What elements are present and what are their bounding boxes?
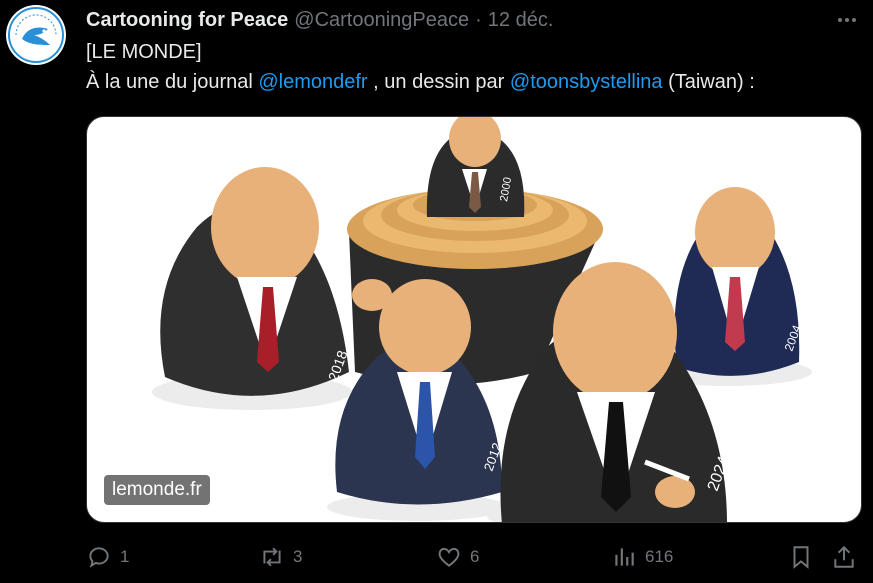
like-count: 6 (470, 547, 480, 566)
text-segment: (Taiwan) : (662, 71, 755, 93)
more-icon (838, 18, 856, 22)
tweet-image[interactable]: 2000 2018 2004 2012 2024 (86, 116, 862, 523)
cartooning-for-peace-logo-icon (8, 7, 64, 63)
tweet-text: [LE MONDE] À la une du journal @lemondef… (86, 37, 755, 97)
share-button[interactable] (831, 540, 865, 574)
views-icon (615, 548, 634, 566)
reply-count: 1 (120, 547, 130, 566)
separator-dot: · (475, 8, 482, 31)
tweet-line-2: À la une du journal @lemondefr , un dess… (86, 67, 755, 97)
reply-icon (89, 547, 109, 568)
author-handle[interactable]: @CartooningPeace (294, 9, 469, 32)
share-icon (834, 545, 854, 568)
like-button[interactable]: 6 (436, 540, 479, 574)
repost-count: 3 (293, 547, 303, 566)
tweet-line-1: [LE MONDE] (86, 41, 202, 63)
mention-lemondefr[interactable]: @lemondefr (258, 71, 367, 93)
reply-button[interactable]: 1 (86, 540, 129, 574)
bookmark-button[interactable] (788, 540, 822, 574)
cartoon-illustration: 2000 2018 2004 2012 2024 (152, 117, 812, 522)
tweet-header: Cartooning for Peace @CartooningPeace · … (86, 6, 853, 34)
more-options-button[interactable] (835, 8, 859, 32)
bookmark-icon (793, 546, 809, 569)
mention-toonsbystellina[interactable]: @toonsbystellina (510, 71, 663, 93)
author-name[interactable]: Cartooning for Peace (86, 9, 288, 32)
image-credit: lemonde.fr (104, 475, 210, 505)
heart-icon (438, 547, 460, 567)
views-button[interactable]: 616 (611, 540, 673, 574)
tweet-actions: 1 3 6 616 (86, 540, 859, 574)
tweet-date[interactable]: 12 déc. (488, 9, 554, 32)
repost-button[interactable]: 3 (259, 540, 302, 574)
text-segment: , un dessin par (367, 71, 510, 93)
repost-icon (263, 547, 281, 567)
views-count: 616 (645, 547, 674, 566)
text-segment: À la une du journal (86, 71, 259, 93)
author-avatar[interactable] (6, 5, 66, 65)
